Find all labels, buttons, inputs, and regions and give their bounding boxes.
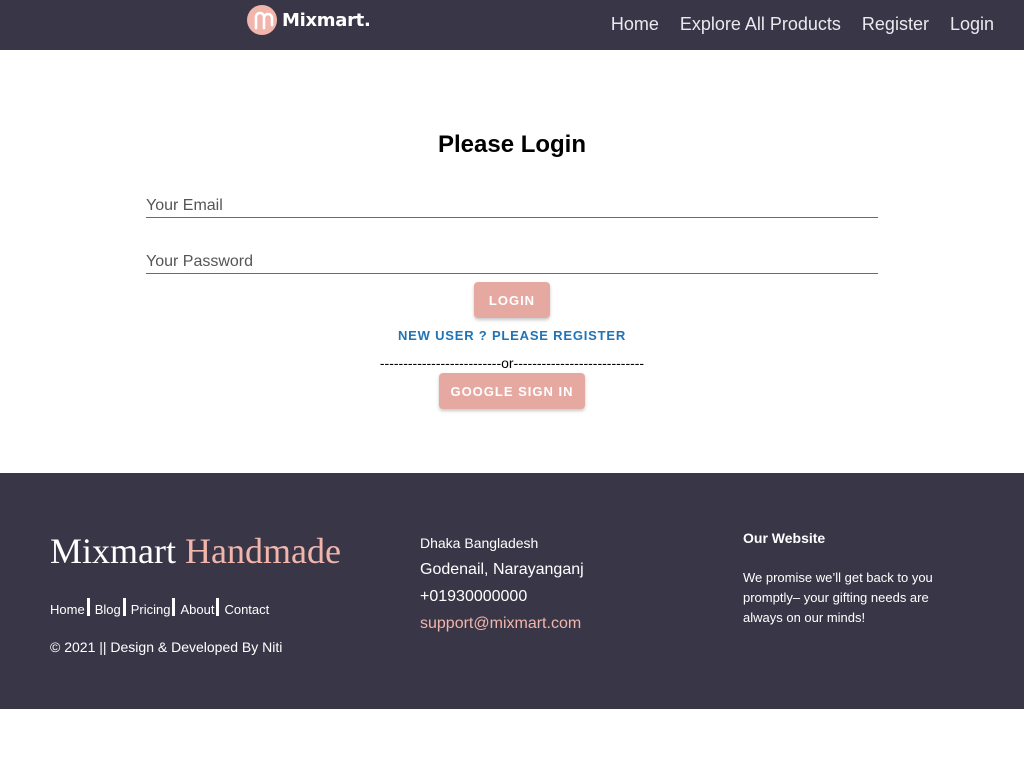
address-city: Dhaka Bangladesh (420, 535, 539, 551)
password-input[interactable] (146, 244, 878, 273)
footer-nav: Home Blog Pricing About Contact (50, 598, 269, 618)
footer-nav-separator (172, 598, 176, 616)
google-sign-in-button[interactable]: Google Sign In (439, 373, 585, 409)
or-divider: --------------------------or------------… (379, 355, 645, 371)
top-navbar: Mixmart. Home Explore All Products Regis… (0, 0, 1024, 50)
main-nav: Home Explore All Products Register Login (590, 0, 994, 48)
footer-link-blog[interactable]: Blog (95, 602, 121, 617)
email-input[interactable] (146, 188, 878, 217)
mixmart-logo-icon (247, 5, 277, 35)
login-button[interactable]: Login (474, 282, 550, 318)
footer-link-contact[interactable]: Contact (224, 602, 269, 617)
footer-link-about[interactable]: About (180, 602, 214, 617)
support-email-link[interactable]: support@mixmart.com (420, 615, 581, 633)
footer-brand: Mixmart Handmade (50, 530, 341, 572)
nav-link-register[interactable]: Register (862, 14, 929, 35)
website-heading: Our Website (743, 530, 826, 546)
footer-link-pricing[interactable]: Pricing (131, 602, 171, 617)
page-title: Please Login (437, 131, 587, 158)
website-description: We promise we’ll get back to you promptl… (743, 570, 933, 625)
contact-phone: +01930000000 (420, 588, 528, 605)
footer-nav-separator (122, 598, 126, 616)
footer-link-home[interactable]: Home (50, 602, 85, 617)
email-field-wrapper (146, 188, 878, 218)
nav-link-explore-products[interactable]: Explore All Products (680, 14, 841, 35)
nav-link-login[interactable]: Login (950, 14, 994, 35)
site-footer: Mixmart Handmade Home Blog Pricing About… (0, 473, 1024, 709)
footer-nav-separator (86, 598, 90, 616)
footer-nav-separator (216, 598, 220, 616)
copyright-text: © 2021 || Design & Developed By Niti (50, 639, 283, 655)
address-area: Godenail, Narayanganj (420, 561, 584, 578)
footer-brand-main: Mixmart (50, 531, 176, 571)
register-link[interactable]: New User ? Please Register (0, 328, 1024, 343)
brand-name: Mixmart. (282, 9, 371, 31)
nav-link-home[interactable]: Home (611, 14, 659, 35)
footer-brand-accent: Handmade (184, 531, 341, 571)
brand-logo[interactable]: Mixmart. (247, 5, 371, 35)
password-field-wrapper (146, 244, 878, 274)
